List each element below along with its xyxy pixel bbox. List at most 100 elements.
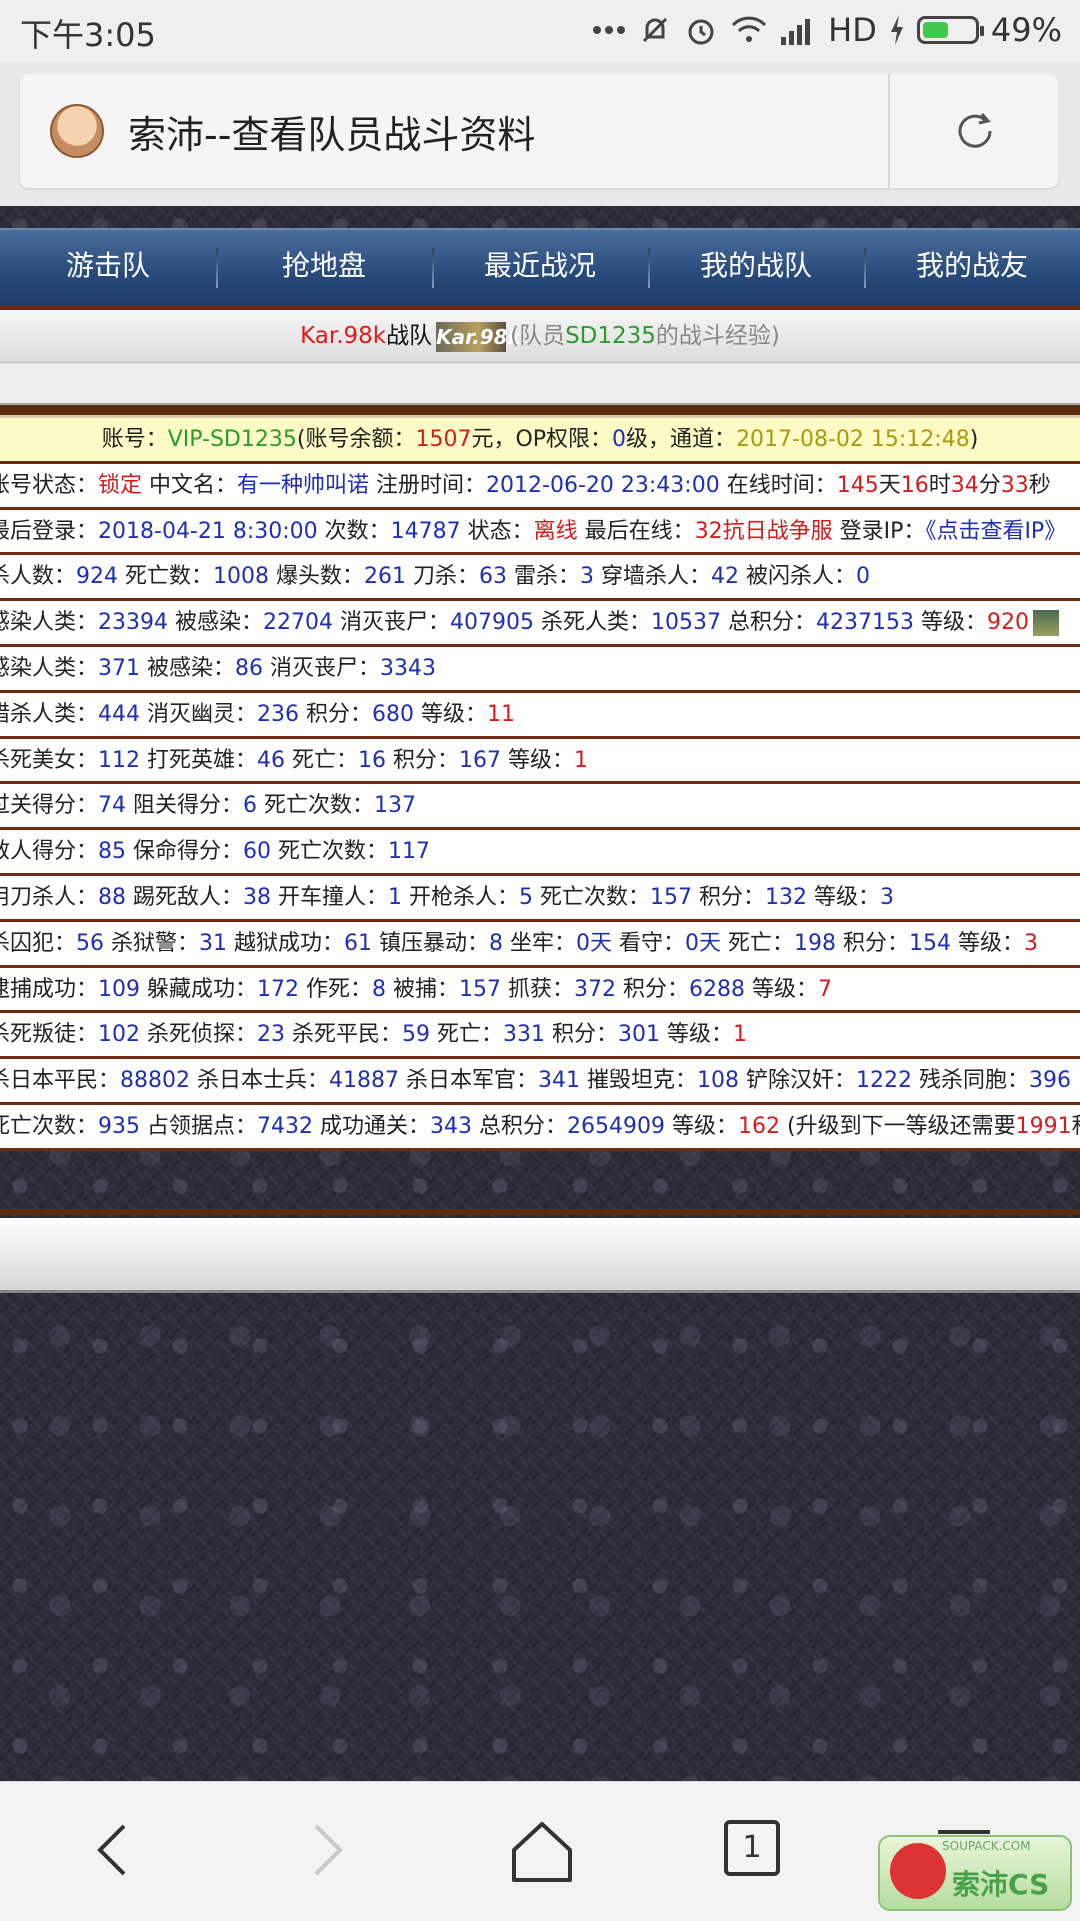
value: 61	[344, 930, 373, 956]
value: 1	[388, 884, 403, 910]
footer-bar	[0, 1218, 1080, 1293]
label: 积分：	[836, 930, 910, 956]
value: VIP-SD1235	[167, 427, 297, 452]
label: 刀杀：	[406, 564, 480, 590]
stats-table: 账号：VIP-SD1235(账号余额：1507元，OP权限：0级，通道：2017…	[0, 418, 1080, 1151]
label: 死亡：	[430, 1022, 504, 1048]
value: 32抗日战争服	[694, 518, 833, 544]
forward-icon[interactable]	[296, 1820, 356, 1880]
label: 残杀同胞：	[912, 1068, 1030, 1094]
value: 920	[986, 610, 1029, 636]
value: 3343	[380, 655, 437, 681]
label: 杀死人类：	[534, 610, 651, 636]
mute-icon	[638, 10, 672, 50]
value: 0天	[576, 930, 613, 956]
tabs-icon[interactable]: 1	[724, 1820, 780, 1876]
label: 等级：	[660, 1022, 734, 1048]
team-name[interactable]: Kar.98k	[300, 323, 386, 349]
value: 88802	[120, 1068, 191, 1094]
address-divider	[888, 74, 890, 188]
address-bar[interactable]: 索沛--查看队员战斗资料	[20, 74, 1058, 188]
value: 935	[98, 1113, 141, 1139]
label: 等级：	[807, 884, 881, 910]
prison-row: 杀囚犯：56 杀狱警：31 越狱成功：61 镇压暴动：8 坐牢：0天 看守：0天…	[0, 921, 1080, 968]
label: 开车撞人：	[271, 884, 389, 910]
value: 23394	[98, 610, 169, 636]
view-ip-link[interactable]: 《点击查看IP》	[925, 519, 1066, 544]
value: 31	[199, 930, 228, 956]
value: 42	[711, 564, 740, 590]
value: 86	[235, 655, 264, 681]
value: 331	[503, 1022, 546, 1048]
status-time: 下午3:05	[20, 16, 156, 54]
nav-my-team[interactable]: 我的战队	[648, 230, 864, 306]
value: 198	[794, 930, 837, 956]
value: 2017-08-02 15:12:48	[736, 427, 970, 452]
zombie-row: 感染人类：23394 被感染：22704 消灭丧尸：407905 杀死人类：10…	[0, 601, 1080, 647]
label: 积分：	[299, 701, 373, 727]
label: 抓获：	[501, 976, 575, 1002]
knife-row: 用刀杀人：88 踢死敌人：38 开车撞人：1 开枪杀人：5 死亡次数：157 积…	[0, 875, 1080, 922]
kills-row: 杀人数：924 死亡数：1008 爆头数：261 刀杀：63 雷杀：3 穿墙杀人…	[0, 555, 1080, 602]
label: 等级：	[414, 701, 488, 727]
watermark-text: 索沛CS	[952, 1868, 1050, 1901]
value: 5	[519, 884, 534, 910]
value: 301	[618, 1022, 661, 1048]
label: 账号：	[101, 427, 168, 452]
label: 作死：	[299, 976, 373, 1002]
value: 444	[98, 701, 141, 727]
nav-my-friends[interactable]: 我的战友	[864, 230, 1080, 306]
ghost-row: 猎杀人类：444 消灭幽灵：236 积分：680 等级：11	[0, 692, 1080, 739]
value: 157	[650, 884, 693, 910]
label: 成功通关：	[313, 1113, 431, 1139]
label: 账号状态：	[0, 472, 99, 498]
label: 次数：	[317, 518, 391, 544]
hero-row: 杀死美女：112 打死英雄：46 死亡：16 积分：167 等级：1	[0, 738, 1080, 785]
nav-recent-battles[interactable]: 最近战况	[432, 230, 648, 306]
value: 236	[257, 701, 300, 727]
reload-icon[interactable]	[952, 108, 998, 154]
value: 7	[818, 976, 833, 1002]
value: 396	[1029, 1068, 1072, 1094]
label: 爆头数：	[269, 564, 365, 590]
label: 铲除汉奸：	[739, 1068, 857, 1094]
label: 注册时间：	[369, 472, 487, 498]
label: 等级：	[913, 610, 987, 636]
value: 3	[880, 884, 895, 910]
value: 离线	[533, 518, 578, 544]
value: 60	[243, 839, 272, 865]
spacer-bar	[0, 362, 1080, 405]
label: 越狱成功：	[227, 930, 345, 956]
nav-guerrilla[interactable]: 游击队	[0, 230, 216, 306]
label: 积分：	[616, 976, 690, 1002]
value: 59	[402, 1022, 431, 1048]
value: 14787	[390, 518, 461, 544]
value: 132	[765, 884, 808, 910]
value: 56	[76, 930, 105, 956]
back-icon[interactable]	[84, 1820, 144, 1880]
zombie2-row: 感染人类：371 被感染：86 消灭丧尸：3343	[0, 646, 1080, 693]
label: 保命得分：	[126, 839, 244, 865]
value: 1991	[1015, 1113, 1072, 1139]
label: 分	[978, 472, 1001, 498]
traitor-row: 杀死叛徒：102 杀死侦探：23 杀死平民：59 死亡：331 积分：301 等…	[0, 1013, 1080, 1060]
watermark-url: SOUPACK.COM	[942, 1839, 1031, 1853]
value: 6288	[689, 976, 746, 1002]
value: 108	[697, 1068, 740, 1094]
value: 33	[1000, 472, 1029, 498]
browser-bottom-nav: 1 SOUPACK.COM 索沛CS	[0, 1781, 1080, 1921]
nav-territory[interactable]: 抢地盘	[216, 230, 432, 306]
pass-row: 过关得分：74 阻关得分：6 死亡次数：137	[0, 784, 1080, 831]
label: 占领据点：	[140, 1113, 258, 1139]
home-icon[interactable]	[510, 1820, 574, 1884]
label: 杀人数：	[0, 564, 77, 590]
label: 元，OP权限：	[471, 427, 613, 452]
value: 46	[257, 747, 286, 773]
value: 154	[909, 930, 952, 956]
label: 穿墙杀人：	[594, 564, 712, 590]
label: 被感染：	[168, 610, 264, 636]
label: 等级：	[951, 930, 1025, 956]
label: 消灭丧尸：	[263, 655, 381, 681]
team-header: Kar.98k战队 Kar.98k(队员SD1235的战斗经验)	[0, 310, 1080, 362]
war-row: 杀日本平民：88802 杀日本士兵：41887 杀日本军官：341 摧毁坦克：1…	[0, 1059, 1080, 1105]
